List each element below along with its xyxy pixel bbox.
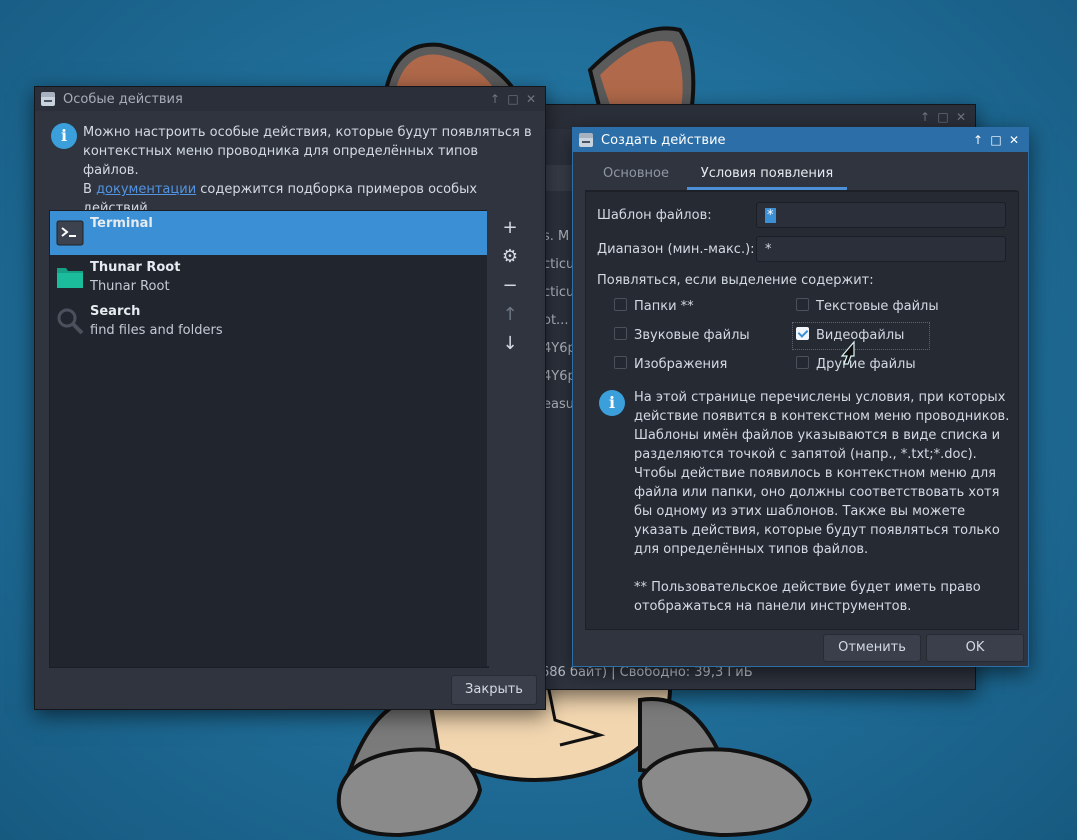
action-name: Thunar Root bbox=[90, 260, 181, 275]
checkbox-images[interactable]: Изображения bbox=[614, 355, 727, 375]
checkbox-box bbox=[614, 298, 627, 311]
move-down-button[interactable]: ↓ bbox=[487, 330, 533, 358]
restore-icon[interactable]: □ bbox=[988, 133, 1004, 147]
add-action-button[interactable]: + bbox=[487, 214, 533, 242]
status-bar-text: 686 байт) | Свободно: 39,3 ГиБ bbox=[541, 665, 753, 680]
checkbox-box bbox=[614, 356, 627, 369]
doc-prefix: В bbox=[83, 182, 97, 197]
checkbox-video-files[interactable]: Видеофайлы bbox=[792, 322, 930, 350]
info-icon: i bbox=[51, 123, 77, 149]
info-text: Можно настроить особые действия, которые… bbox=[83, 125, 532, 178]
help-text: На этой странице перечислены условия, пр… bbox=[634, 390, 1010, 614]
arrow-up-icon: ↑ bbox=[502, 304, 518, 325]
info-icon: i bbox=[599, 390, 625, 416]
actions-list[interactable]: Terminal Thunar Root Thunar Root Search … bbox=[49, 210, 489, 668]
list-item-search[interactable]: Search find files and folders bbox=[50, 299, 488, 343]
dialog-titlebar: Создать действие ↑ □ ✕ bbox=[573, 128, 1028, 152]
checkbox-checked-icon bbox=[796, 327, 809, 340]
action-buttons-column: + ⚙ − ↑ ↓ bbox=[487, 210, 533, 666]
checkbox-box bbox=[796, 356, 809, 369]
edit-action-button[interactable]: ⚙ bbox=[487, 243, 533, 271]
checkbox-label: Папки ** bbox=[634, 299, 694, 314]
app-icon bbox=[579, 133, 593, 147]
dialog-tabs: Основное Условия появления bbox=[585, 162, 1017, 191]
minus-icon: − bbox=[502, 275, 518, 296]
mouse-cursor-icon bbox=[840, 340, 855, 365]
gear-icon: ⚙ bbox=[501, 246, 519, 267]
file-pattern-label: Шаблон файлов: bbox=[597, 208, 712, 223]
checkbox-label: Изображения bbox=[634, 357, 728, 372]
ok-button[interactable]: OK bbox=[926, 634, 1024, 662]
maximize-icon[interactable]: ↑ bbox=[917, 110, 933, 124]
range-label: Диапазон (мин.-макс.): bbox=[597, 242, 755, 257]
app-icon bbox=[41, 92, 55, 106]
action-name: Search bbox=[90, 304, 141, 319]
file-pattern-input[interactable]: * bbox=[756, 202, 1006, 228]
file-name-fragment: cticu bbox=[543, 257, 575, 272]
file-name-fragment: s. M bbox=[543, 229, 570, 244]
file-pattern-value: * bbox=[765, 208, 776, 223]
remove-action-button[interactable]: − bbox=[487, 272, 533, 300]
restore-icon[interactable]: □ bbox=[505, 92, 521, 106]
checkbox-audio-files[interactable]: Звуковые файлы bbox=[614, 326, 750, 346]
list-item-thunar-root[interactable]: Thunar Root Thunar Root bbox=[50, 255, 488, 299]
file-name-fragment: easu bbox=[543, 397, 574, 412]
file-name-fragment: cticu bbox=[543, 285, 575, 300]
custom-actions-titlebar: Особые действия ↑ □ ✕ bbox=[35, 87, 545, 111]
cancel-button[interactable]: Отменить bbox=[823, 634, 921, 662]
tab-appearance-conditions[interactable]: Условия появления bbox=[687, 162, 847, 190]
restore-icon[interactable]: □ bbox=[935, 110, 951, 124]
range-value: * bbox=[765, 242, 772, 257]
custom-actions-window: Особые действия ↑ □ ✕ i Можно настроить … bbox=[34, 86, 546, 710]
checkbox-folders[interactable]: Папки ** bbox=[614, 297, 694, 317]
action-description: Thunar Root bbox=[90, 279, 170, 294]
search-icon bbox=[57, 308, 84, 334]
file-name-fragment: 4Y6p bbox=[543, 369, 576, 384]
checkbox-label: Звуковые файлы bbox=[634, 328, 750, 343]
maximize-icon[interactable]: ↑ bbox=[487, 92, 503, 106]
close-button[interactable]: Закрыть bbox=[451, 675, 537, 705]
file-name-fragment: 4Y6p bbox=[543, 341, 576, 356]
close-icon[interactable]: ✕ bbox=[523, 92, 539, 106]
plus-icon: + bbox=[502, 217, 518, 238]
checkbox-box bbox=[614, 327, 627, 340]
terminal-icon bbox=[56, 220, 84, 246]
range-input[interactable]: * bbox=[756, 236, 1006, 262]
create-action-dialog: Создать действие ↑ □ ✕ Основное Условия … bbox=[572, 127, 1029, 667]
checkbox-label: Видеофайлы bbox=[816, 328, 905, 343]
action-description: find files and folders bbox=[90, 323, 223, 338]
checkbox-text-files[interactable]: Текстовые файлы bbox=[796, 297, 939, 317]
list-item-terminal[interactable]: Terminal bbox=[50, 211, 488, 255]
checkbox-label: Текстовые файлы bbox=[816, 299, 939, 314]
checkbox-box bbox=[796, 298, 809, 311]
file-manager-titlebar: ↑ □ ✕ bbox=[533, 105, 975, 129]
dialog-title: Создать действие bbox=[601, 132, 726, 148]
close-icon[interactable]: ✕ bbox=[953, 110, 969, 124]
documentation-link[interactable]: документации bbox=[96, 182, 196, 197]
maximize-icon[interactable]: ↑ bbox=[970, 133, 986, 147]
close-icon[interactable]: ✕ bbox=[1006, 133, 1022, 147]
move-up-button[interactable]: ↑ bbox=[487, 301, 533, 329]
arrow-down-icon: ↓ bbox=[502, 333, 518, 354]
window-title: Особые действия bbox=[63, 91, 183, 107]
action-name: Terminal bbox=[90, 216, 153, 231]
tab-basic[interactable]: Основное bbox=[585, 162, 687, 190]
checkbox-label: Другие файлы bbox=[816, 357, 916, 372]
folder-icon bbox=[57, 268, 83, 288]
appear-if-label: Появляться, если выделение содержит: bbox=[597, 273, 874, 288]
